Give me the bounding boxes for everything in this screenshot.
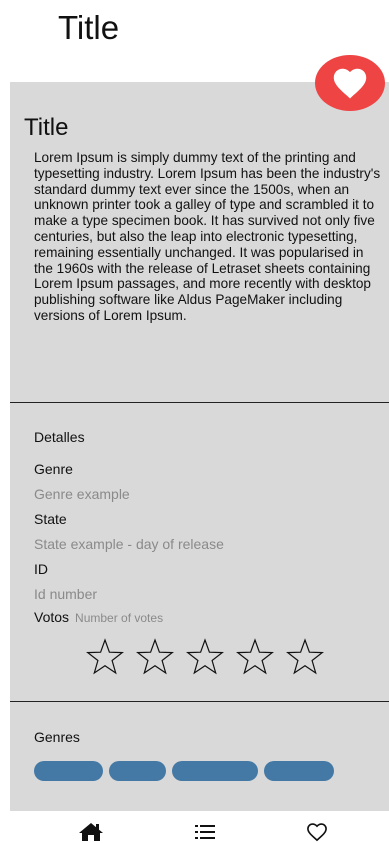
star-icon[interactable] bbox=[236, 638, 274, 676]
home-icon bbox=[79, 823, 103, 841]
star-icon[interactable] bbox=[286, 638, 324, 676]
votes-label: Votos bbox=[34, 609, 70, 625]
heart-icon bbox=[333, 68, 367, 99]
star-rating bbox=[86, 638, 324, 676]
genre-chip[interactable] bbox=[109, 761, 166, 781]
star-icon[interactable] bbox=[136, 638, 174, 676]
votes-count: Number of votes bbox=[75, 611, 164, 625]
details-heading: Detalles bbox=[34, 429, 85, 445]
heart-outline-icon bbox=[307, 823, 327, 842]
id-value: Id number bbox=[34, 586, 98, 602]
description-text: Lorem Ipsum is simply dummy text of the … bbox=[34, 150, 381, 323]
votes-row: Votos Number of votes bbox=[34, 609, 163, 625]
page-title: Title bbox=[58, 9, 120, 46]
movie-detail-page: Title Title Lorem Ipsum is simply dummy … bbox=[0, 0, 389, 843]
nav-list[interactable] bbox=[192, 821, 218, 843]
star-icon[interactable] bbox=[86, 638, 124, 676]
divider bbox=[10, 701, 389, 702]
list-icon bbox=[195, 825, 215, 839]
genre-chips bbox=[34, 761, 334, 781]
nav-favorites[interactable] bbox=[304, 821, 330, 843]
id-label: ID bbox=[34, 561, 48, 577]
genre-value: Genre example bbox=[34, 486, 130, 502]
genre-label: Genre bbox=[34, 461, 73, 477]
divider bbox=[10, 402, 389, 403]
genres-heading: Genres bbox=[34, 729, 80, 745]
favorite-button[interactable] bbox=[315, 55, 385, 111]
star-icon[interactable] bbox=[186, 638, 224, 676]
genre-chip[interactable] bbox=[172, 761, 258, 781]
bottom-navigation bbox=[0, 811, 389, 843]
genre-chip[interactable] bbox=[34, 761, 103, 781]
card-title: Title bbox=[24, 114, 69, 141]
nav-home[interactable] bbox=[78, 821, 104, 843]
state-value: State example - day of release bbox=[34, 536, 224, 552]
state-label: State bbox=[34, 511, 67, 527]
genre-chip[interactable] bbox=[264, 761, 334, 781]
